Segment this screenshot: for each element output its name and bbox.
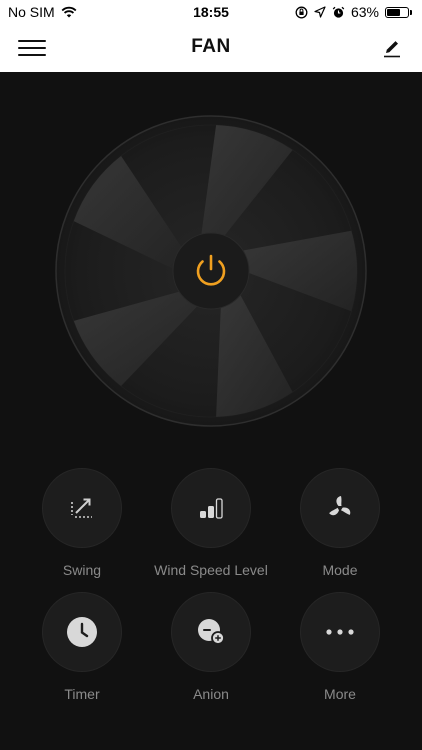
anion-button-circle[interactable] bbox=[171, 592, 251, 672]
wind-speed-button-circle[interactable] bbox=[171, 468, 251, 548]
mode-button[interactable]: Mode bbox=[275, 468, 405, 578]
more-button-circle[interactable] bbox=[300, 592, 380, 672]
anion-button[interactable]: Anion bbox=[146, 592, 276, 702]
more-button[interactable]: More bbox=[275, 592, 405, 702]
timer-label: Timer bbox=[64, 686, 100, 702]
location-icon bbox=[314, 6, 326, 18]
wind-speed-label: Wind Speed Level bbox=[154, 562, 268, 578]
power-icon bbox=[172, 232, 250, 310]
fan-mode-icon bbox=[329, 496, 351, 516]
anion-icon bbox=[198, 619, 225, 645]
timer-button[interactable]: Timer bbox=[17, 592, 147, 702]
swing-icon bbox=[71, 498, 92, 518]
page-title: FAN bbox=[191, 36, 231, 57]
pencil-icon bbox=[384, 41, 400, 58]
rotation-lock-icon bbox=[295, 6, 308, 18]
power-button[interactable] bbox=[172, 232, 250, 310]
status-bar: No SIM 18:55 63% bbox=[0, 0, 422, 24]
timer-button-circle[interactable] bbox=[42, 592, 122, 672]
mode-button-circle[interactable] bbox=[300, 468, 380, 548]
alarm-icon bbox=[332, 6, 345, 18]
wind-speed-button[interactable]: Wind Speed Level bbox=[146, 468, 276, 578]
nav-bar: FAN bbox=[0, 24, 422, 72]
wind-speed-icon bbox=[200, 498, 223, 519]
edit-button[interactable] bbox=[380, 36, 404, 60]
anion-label: Anion bbox=[193, 686, 229, 702]
battery-icon bbox=[385, 6, 412, 18]
mode-label: Mode bbox=[322, 562, 358, 578]
status-right: 63% bbox=[295, 4, 412, 20]
swing-button-circle[interactable] bbox=[42, 468, 122, 548]
battery-percent: 63% bbox=[350, 4, 379, 20]
more-label: More bbox=[324, 686, 356, 702]
more-icon bbox=[326, 629, 354, 635]
clock-icon bbox=[67, 617, 97, 647]
swing-label: Swing bbox=[62, 562, 102, 578]
fan-graphic bbox=[55, 115, 367, 427]
swing-button[interactable]: Swing bbox=[17, 468, 147, 578]
